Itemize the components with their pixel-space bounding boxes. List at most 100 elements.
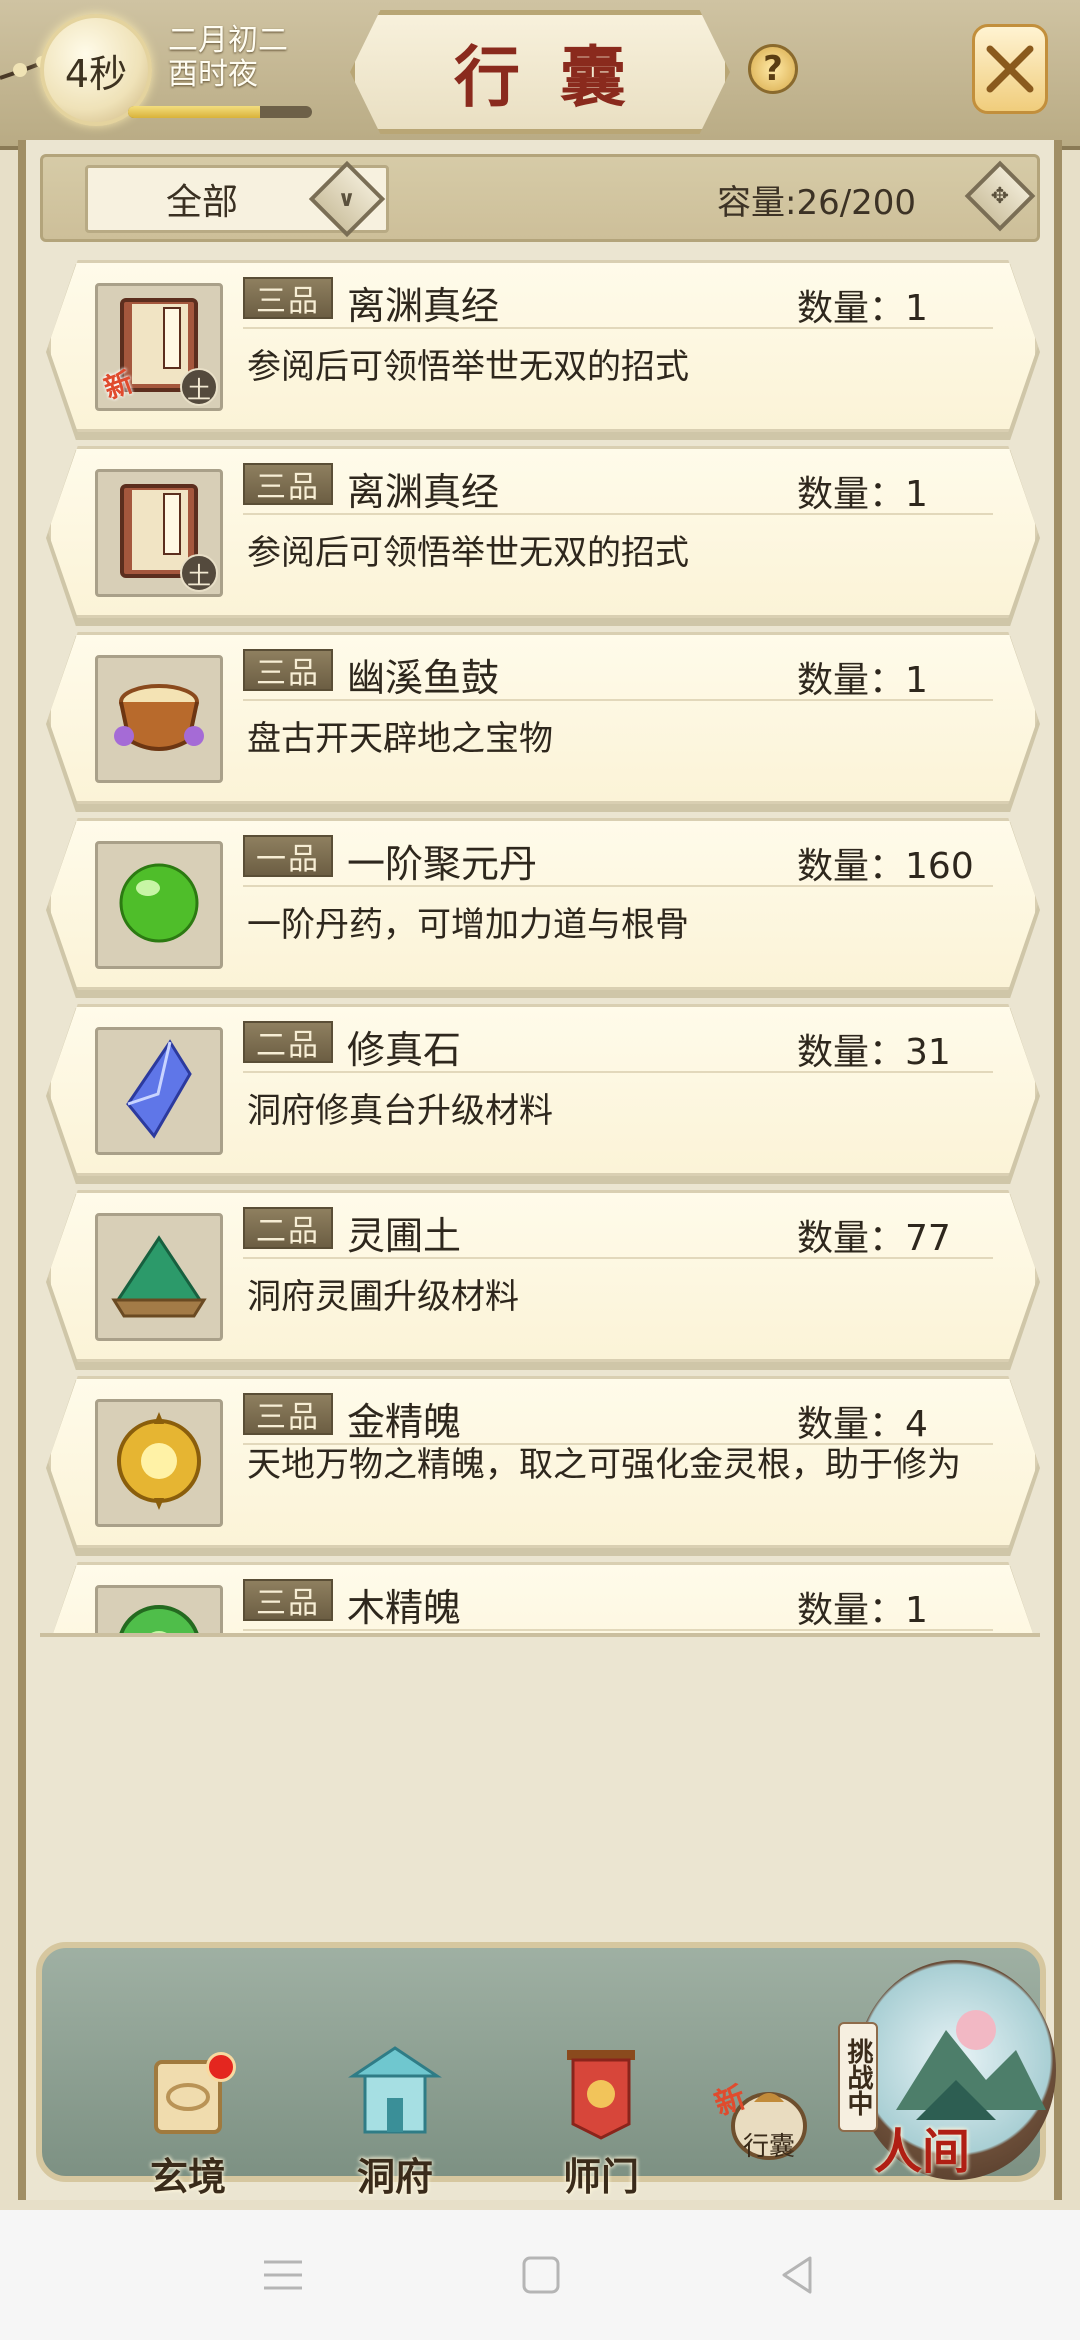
green-pill-icon xyxy=(104,848,214,962)
quantity-value: 31 xyxy=(905,1032,951,1073)
item-icon-box xyxy=(95,1399,223,1527)
quantity-value: 1 xyxy=(905,474,928,515)
element-badge: 土 xyxy=(180,368,218,406)
inventory-item[interactable]: 一品 一阶聚元丹 数量：160 一阶丹药，可增加力道与根骨 xyxy=(48,818,1038,990)
item-name: 木精魄 xyxy=(347,1586,462,1630)
item-name: 修真石 xyxy=(347,1028,462,1072)
back-icon[interactable] xyxy=(772,2250,822,2300)
item-name: 一阶聚元丹 xyxy=(347,842,538,886)
inventory-item[interactable]: 新土三品 离渊真经 数量：1 参阅后可领悟举世无双的招式 xyxy=(48,260,1038,432)
quantity-label: 数量： xyxy=(797,1404,906,1445)
item-quantity: 数量：1 xyxy=(797,1581,928,1633)
item-description: 参阅后可领悟举世无双的招式 xyxy=(247,533,689,573)
question-icon: ? xyxy=(763,49,783,89)
crystal-icon xyxy=(104,1034,214,1148)
inventory-item[interactable]: 三品 金精魄 数量：4 天地万物之精魄，取之可强化金灵根，助于修为 xyxy=(48,1376,1038,1548)
item-divider xyxy=(243,327,993,329)
timer-text: 4秒 xyxy=(64,51,128,96)
item-icon-box: 新土 xyxy=(95,283,223,411)
item-quantity: 数量：160 xyxy=(797,837,974,889)
item-icon-box xyxy=(95,655,223,783)
nav-label-dongfu: 洞府 xyxy=(356,2154,433,2199)
quantity-value: 160 xyxy=(905,846,974,887)
nav-item-dongfu[interactable]: 洞府 xyxy=(330,2042,460,2201)
element-badge: 土 xyxy=(180,554,218,592)
quantity-value: 1 xyxy=(905,1590,928,1631)
item-grade-badge: 二品 xyxy=(243,1021,333,1063)
inventory-item[interactable]: 二品 修真石 数量：31 洞府修真台升级材料 xyxy=(48,1004,1038,1176)
item-description: 盘古开天辟地之宝物 xyxy=(247,719,553,759)
item-quantity: 数量：31 xyxy=(797,1023,951,1075)
gold-orb-icon xyxy=(104,1406,214,1520)
move-arrows-icon: ✥ xyxy=(990,183,1010,209)
quantity-label: 数量： xyxy=(797,660,906,701)
item-quantity: 数量：1 xyxy=(797,465,928,517)
quantity-value: 1 xyxy=(905,288,928,329)
inventory-item[interactable]: 三品 幽溪鱼鼓 数量：1 盘古开天辟地之宝物 xyxy=(48,632,1038,804)
item-description: 洞府修真台升级材料 xyxy=(247,1091,553,1131)
quantity-label: 数量： xyxy=(797,1218,906,1259)
close-icon xyxy=(986,45,1034,93)
help-button[interactable]: ? xyxy=(748,44,798,94)
quantity-label: 数量： xyxy=(797,1032,906,1073)
soil-pile-icon xyxy=(104,1220,214,1334)
inventory-toolbar: 全部 ∨ 容量:26/200 ✥ xyxy=(40,154,1040,242)
nav-label-xuanjing: 玄境 xyxy=(149,2154,226,2199)
wood-orb-icon xyxy=(104,1592,214,1633)
item-quantity: 数量：77 xyxy=(797,1209,951,1261)
drum-icon xyxy=(104,662,214,776)
close-button[interactable] xyxy=(972,24,1048,114)
top-header: 4秒 二月初二 酉时夜 行囊 ? xyxy=(0,0,1080,150)
item-quantity: 数量：1 xyxy=(797,279,928,331)
nav-item-xingnang[interactable]: 新 行囊 xyxy=(710,2080,824,2163)
inventory-item[interactable]: 二品 灵圃土 数量：77 洞府灵圃升级材料 xyxy=(48,1190,1038,1362)
item-icon-box xyxy=(95,1027,223,1155)
item-divider xyxy=(243,885,993,887)
world-label: 人间 xyxy=(874,2124,971,2180)
item-name: 幽溪鱼鼓 xyxy=(347,656,500,700)
date-line-1: 二月初二 xyxy=(168,23,288,58)
item-quantity: 数量：1 xyxy=(797,651,928,703)
home-icon[interactable] xyxy=(516,2250,566,2300)
item-description: 天地万物之精魄，取之可强化金灵根，助于修为 xyxy=(247,1445,961,1485)
item-description: 一阶丹药，可增加力道与根骨 xyxy=(247,905,689,945)
item-grade-badge: 二品 xyxy=(243,1207,333,1249)
expand-capacity-button[interactable]: ✥ xyxy=(964,160,1036,232)
item-icon-box: 土 xyxy=(95,469,223,597)
item-description: 参阅后可领悟举世无双的招式 xyxy=(247,347,689,387)
item-grade-badge: 一品 xyxy=(243,835,333,877)
nav-item-xuanjing[interactable]: 玄境 xyxy=(118,2052,258,2201)
item-grade-badge: 三品 xyxy=(243,649,333,691)
item-description: 洞府灵圃升级材料 xyxy=(247,1277,519,1317)
notification-dot xyxy=(206,2052,236,2082)
item-description: 天地万物之精魄，取之可强化木灵根，助于修为 xyxy=(247,1631,1007,1633)
pavilion-icon xyxy=(348,2046,442,2134)
item-icon-box xyxy=(95,1585,223,1633)
nav-label-shimen: 师门 xyxy=(562,2154,639,2199)
time-progress-fill xyxy=(128,106,261,118)
category-filter-select[interactable]: 全部 ∨ xyxy=(85,160,389,238)
item-divider xyxy=(243,699,993,701)
item-name: 灵圃土 xyxy=(347,1214,462,1258)
item-grade-badge: 三品 xyxy=(243,277,333,319)
quantity-value: 77 xyxy=(905,1218,951,1259)
item-grade-badge: 三品 xyxy=(243,1393,333,1435)
item-grade-badge: 三品 xyxy=(243,1579,333,1621)
item-name: 离渊真经 xyxy=(347,470,500,514)
filter-label: 全部 xyxy=(166,182,239,223)
title-plaque: 行囊 xyxy=(350,10,730,134)
inventory-item[interactable]: 土 三品 离渊真经 数量：1 参阅后可领悟举世无双的招式 xyxy=(48,446,1038,618)
quantity-label: 数量： xyxy=(797,288,906,329)
chevron-down-icon: ∨ xyxy=(308,160,386,238)
quantity-label: 数量： xyxy=(797,846,906,887)
item-icon-box xyxy=(95,841,223,969)
inventory-item[interactable]: 三品木精魄 数量：1天地万物之精魄，取之可强化木灵根，助于修为 xyxy=(48,1562,1038,1633)
item-name: 离渊真经 xyxy=(347,284,500,328)
system-navigation-bar xyxy=(0,2210,1080,2340)
nav-item-shimen[interactable]: 师门 xyxy=(536,2042,666,2201)
quantity-value: 1 xyxy=(905,660,928,701)
quantity-label: 数量： xyxy=(797,1590,906,1631)
item-quantity: 数量：4 xyxy=(797,1395,928,1447)
item-list[interactable]: 新土三品 离渊真经 数量：1 参阅后可领悟举世无双的招式土三品 离渊真经 数量：1 参阅后可… xyxy=(40,252,1040,1637)
menu-icon[interactable] xyxy=(258,2250,308,2300)
